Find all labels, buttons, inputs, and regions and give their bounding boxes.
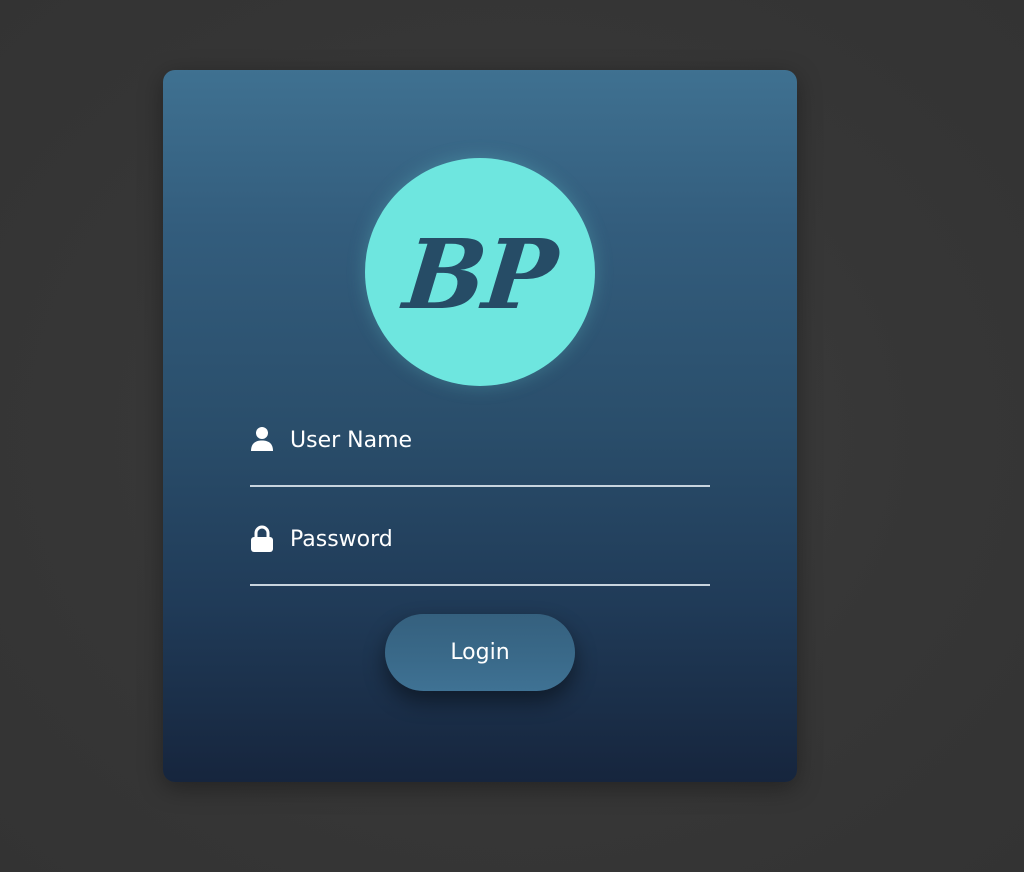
password-underline (250, 584, 710, 586)
brand-logo-text: BP (399, 217, 561, 331)
password-field[interactable]: Password (250, 523, 710, 586)
username-underline (250, 485, 710, 487)
brand-logo: BP (365, 158, 595, 386)
login-button[interactable]: Login (385, 614, 575, 691)
username-field[interactable]: User Name (250, 424, 710, 487)
page-background: BP User Name Password Login (0, 0, 1024, 872)
password-label: Password (290, 527, 393, 552)
username-label: User Name (290, 428, 413, 453)
lock-icon (250, 525, 274, 553)
login-card: BP User Name Password Login (163, 70, 797, 782)
user-icon (250, 426, 274, 454)
